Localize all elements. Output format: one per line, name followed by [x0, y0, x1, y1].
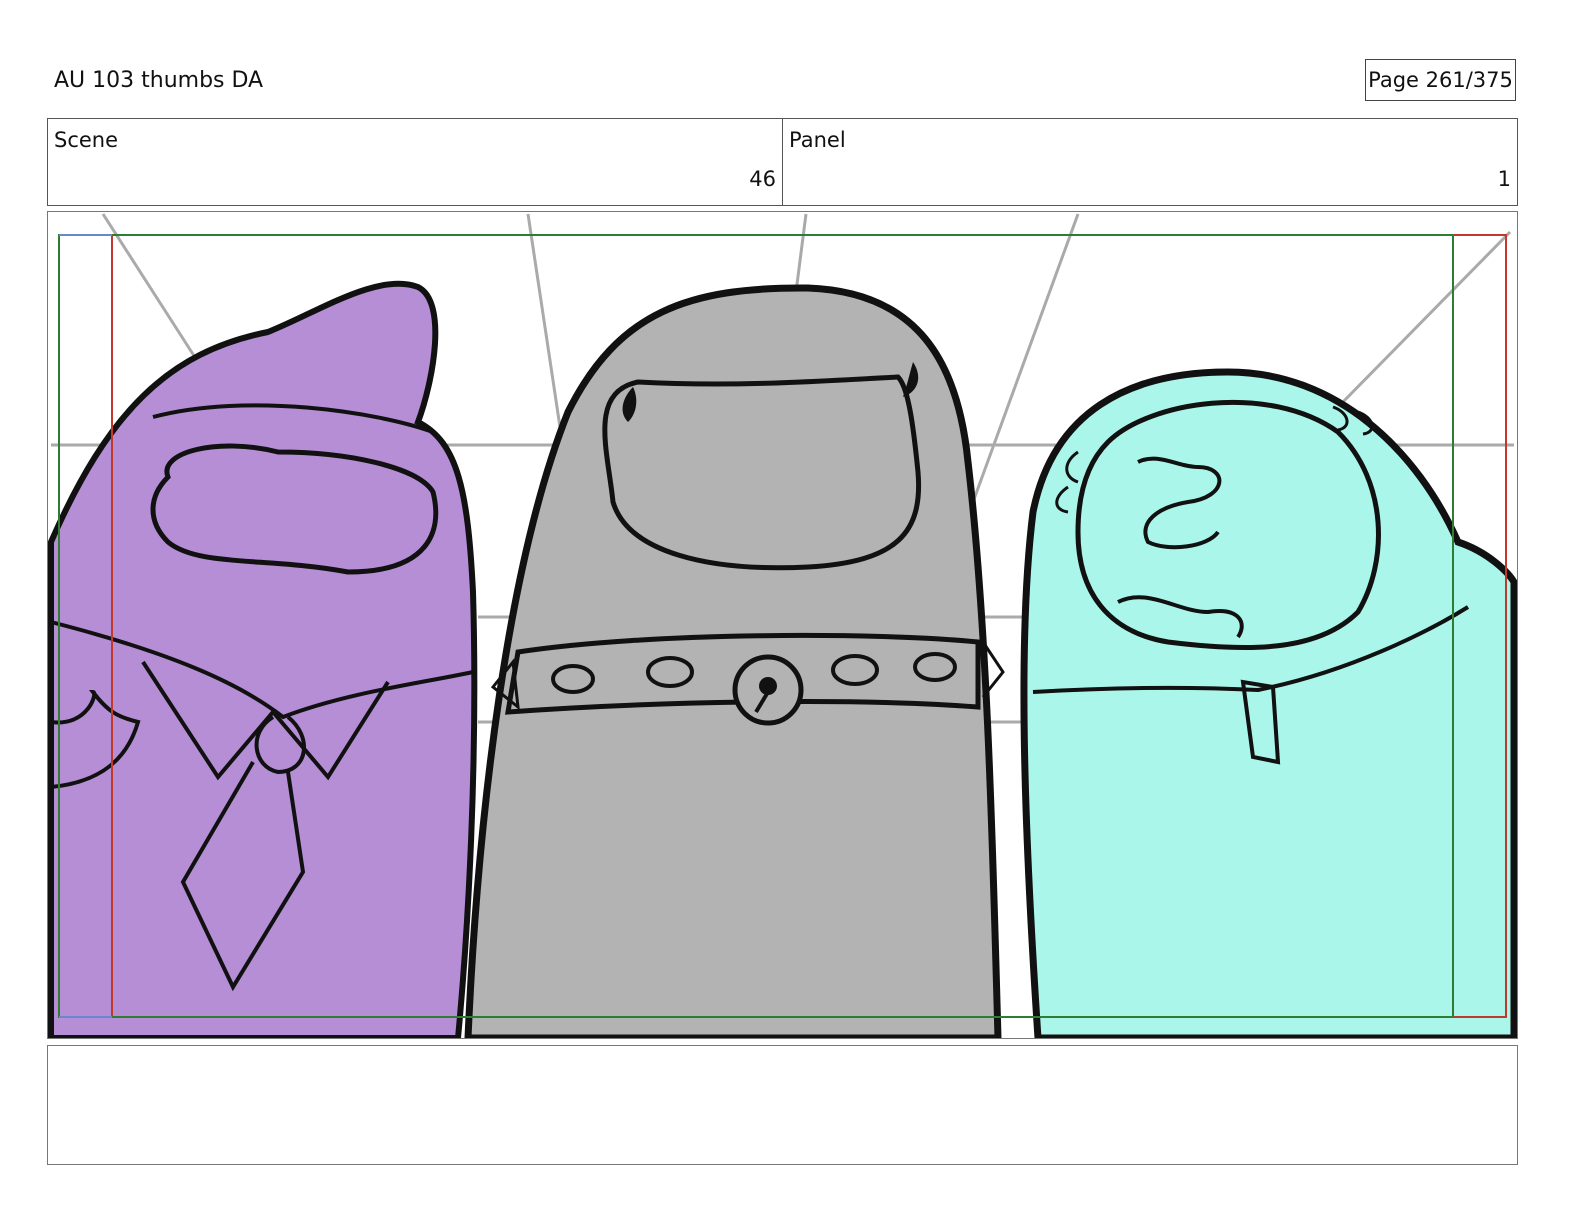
panel-notes[interactable]: [47, 1045, 1518, 1165]
scene-value: 46: [749, 167, 776, 191]
panel-label: Panel: [789, 128, 846, 152]
document-title: AU 103 thumbs DA: [54, 68, 264, 93]
cyan-character: [1020, 368, 1517, 1038]
grey-character: [464, 284, 1005, 1038]
panel-cell: Panel 1: [782, 119, 1517, 205]
purple-character: [48, 280, 478, 1038]
storyboard-drawing: [48, 213, 1517, 1038]
scene-cell: Scene 46: [48, 119, 782, 205]
scene-panel-info: Scene 46 Panel 1: [47, 118, 1518, 206]
panel-value: 1: [1497, 167, 1511, 191]
scene-label: Scene: [54, 128, 119, 152]
page-number: Page 261/375: [1365, 59, 1516, 101]
storyboard-panel: [47, 211, 1518, 1039]
